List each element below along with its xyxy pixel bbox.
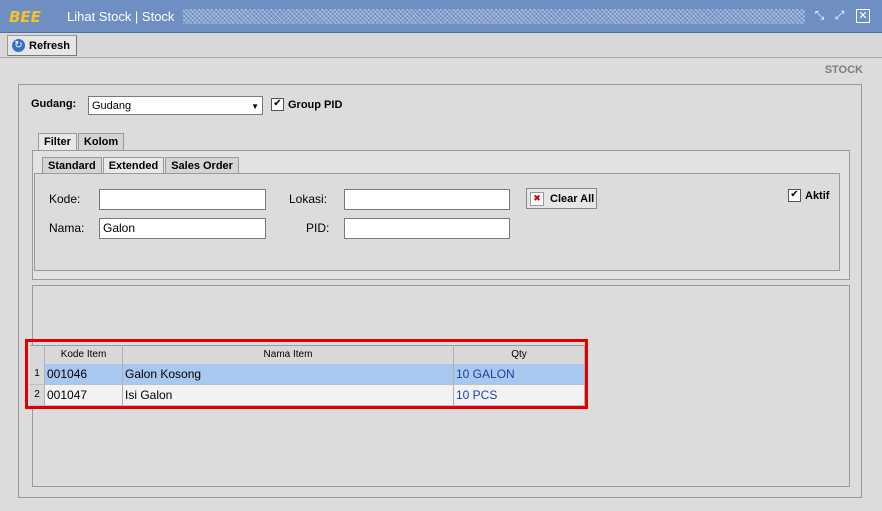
title-bar: BEE Lihat Stock | Stock ⤡ ⤢ ✕: [0, 0, 882, 33]
lokasi-input[interactable]: [344, 189, 510, 210]
gudang-value: Gudang: [92, 100, 132, 112]
restore-icon[interactable]: ⤡: [812, 8, 827, 23]
bee-logo: BEE: [9, 8, 41, 26]
clear-all-label: Clear All: [550, 192, 595, 205]
refresh-icon: ↻: [12, 39, 25, 52]
pid-input[interactable]: [344, 218, 510, 239]
refresh-button[interactable]: ↻ Refresh: [7, 35, 77, 56]
aktif-checkbox[interactable]: ✔ Aktif: [788, 189, 829, 202]
pid-label: PID:: [306, 221, 330, 235]
content-area: STOCK Gudang: Gudang ▼ ✔ Group PID Filte…: [0, 58, 882, 511]
maximize-icon[interactable]: ⤢: [832, 8, 847, 23]
group-pid-checkbox[interactable]: ✔ Group PID: [271, 98, 342, 111]
aktif-label: Aktif: [805, 189, 830, 202]
clear-all-button[interactable]: ✖ Clear All: [526, 188, 597, 209]
title-bar-pattern: [183, 9, 805, 24]
lokasi-label: Lokasi:: [289, 192, 328, 206]
checkbox-checked-icon[interactable]: ✔: [788, 189, 801, 202]
window-title: Lihat Stock | Stock: [67, 9, 175, 24]
dropdown-arrow-icon[interactable]: ▼: [251, 97, 259, 116]
clear-icon: ✖: [530, 191, 544, 206]
nama-label: Nama:: [49, 221, 85, 235]
group-pid-label: Group PID: [288, 98, 343, 111]
nama-input[interactable]: Galon: [99, 218, 266, 239]
gudang-select[interactable]: Gudang ▼: [88, 96, 263, 115]
kode-input[interactable]: [99, 189, 266, 210]
section-label: STOCK: [824, 64, 863, 76]
close-icon[interactable]: ✕: [856, 9, 870, 23]
refresh-label: Refresh: [29, 39, 70, 52]
main-panel: Gudang: Gudang ▼ ✔ Group PID Filter Kolo…: [18, 84, 862, 498]
toolbar: ↻ Refresh: [0, 33, 882, 58]
gudang-label: Gudang:: [31, 98, 77, 110]
filter-tab-panel: Standard Extended Sales Order Kode: Nama…: [32, 150, 850, 280]
kode-label: Kode:: [49, 192, 81, 206]
checkbox-checked-icon[interactable]: ✔: [271, 98, 284, 111]
highlight-box: [25, 339, 588, 409]
standard-tab-panel: Kode: Nama: Galon Lokasi: PID: ✖ Clear A…: [34, 173, 840, 271]
